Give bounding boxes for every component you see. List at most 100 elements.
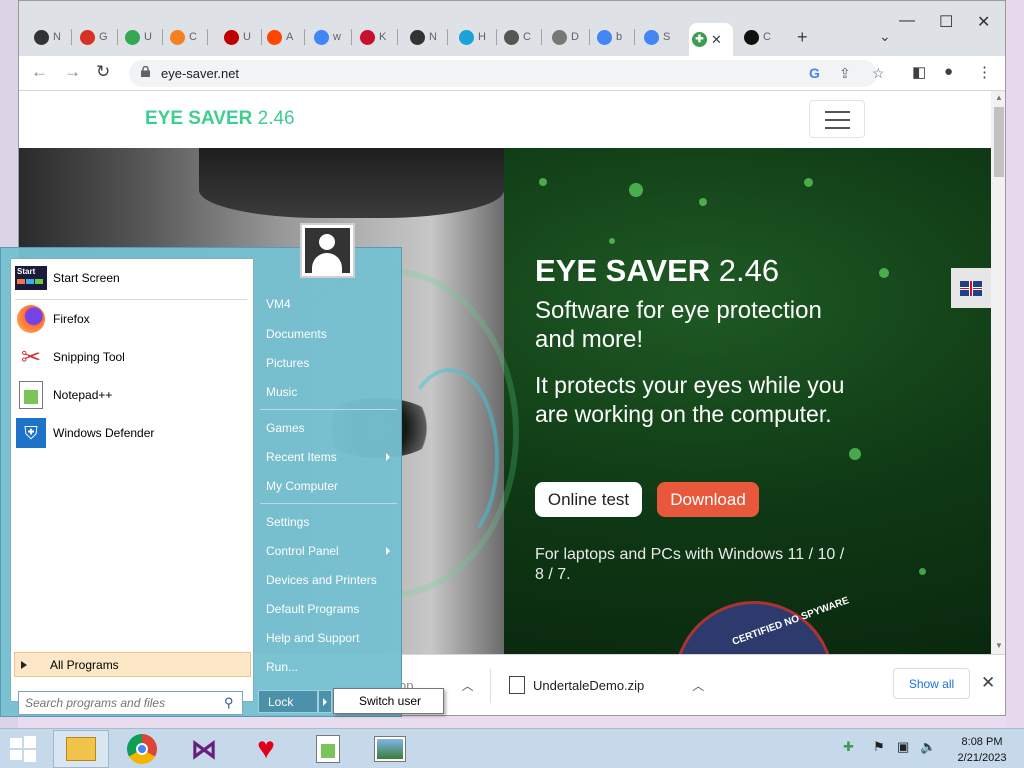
start-place-item[interactable]: Documents xyxy=(266,324,327,344)
start-menu-programs-pane: Start Start Screen Firefox ✂ Snipping To… xyxy=(10,258,254,715)
user-account-picture[interactable] xyxy=(300,223,355,278)
tab-close-icon[interactable]: ✕ xyxy=(711,32,722,48)
power-options-arrow[interactable] xyxy=(318,690,332,713)
tab-favicon-icon xyxy=(224,29,239,45)
switch-user-menu-item[interactable]: Switch user xyxy=(333,688,444,714)
start-place-item[interactable]: Help and Support xyxy=(266,628,359,648)
tab-title: G xyxy=(99,31,108,43)
chevron-up-icon[interactable]: ︿ xyxy=(692,677,704,694)
bookmark-star-icon[interactable]: ☆ xyxy=(872,65,885,82)
taskbar-visual-studio[interactable]: ⋈ xyxy=(176,730,232,768)
start-place-item[interactable]: Pictures xyxy=(266,353,309,373)
start-search-box[interactable]: ⚲ xyxy=(18,691,243,715)
system-clock[interactable]: 8:08 PM 2/21/2023 xyxy=(950,734,1014,766)
hamburger-menu-button[interactable] xyxy=(809,100,865,138)
address-bar[interactable]: eye-saver.net G ⇪ ☆ xyxy=(129,60,885,87)
start-place-item[interactable]: Run... xyxy=(266,657,298,677)
visual-studio-icon: ⋈ xyxy=(191,733,217,764)
taskbar-image-viewer[interactable] xyxy=(362,730,418,768)
tab-title: w xyxy=(333,31,341,43)
browser-tab[interactable]: G xyxy=(77,26,111,48)
action-center-flag-icon[interactable]: ⚑ xyxy=(873,739,885,755)
windows-start-button[interactable] xyxy=(8,735,38,763)
new-tab-button[interactable]: + xyxy=(797,27,808,48)
browser-tab[interactable]: K xyxy=(357,26,391,48)
browser-tab[interactable]: C xyxy=(501,26,535,48)
forward-icon[interactable]: → xyxy=(64,62,81,82)
taskbar-undertale[interactable]: ♥ xyxy=(238,730,294,768)
volume-icon[interactable]: 🔈 xyxy=(920,739,936,755)
download-button[interactable]: Download xyxy=(657,482,759,517)
start-item-start-screen[interactable]: Start Start Screen xyxy=(15,261,120,295)
start-place-item[interactable]: My Computer xyxy=(266,476,338,496)
menu-kebab-icon[interactable]: ⋮ xyxy=(977,63,992,81)
reload-icon[interactable]: ↻ xyxy=(96,62,110,82)
start-item-notepadpp[interactable]: Notepad++ xyxy=(15,378,112,412)
browser-tab[interactable]: C xyxy=(741,26,775,48)
browser-tab[interactable]: D xyxy=(549,26,583,48)
browser-tab[interactable]: H xyxy=(456,26,490,48)
taskbar-file-explorer[interactable] xyxy=(53,730,109,768)
start-item-snipping-tool[interactable]: ✂ Snipping Tool xyxy=(15,340,125,374)
browser-tab[interactable]: S xyxy=(641,26,675,48)
taskbar-chrome[interactable] xyxy=(114,730,170,768)
start-place-item[interactable]: Games xyxy=(266,418,305,438)
site-navbar: EYE SAVER 2.46 xyxy=(19,91,991,148)
browser-tab[interactable]: b xyxy=(594,26,628,48)
side-panel-icon[interactable]: ◧ xyxy=(912,63,926,81)
language-flag-button[interactable] xyxy=(951,268,991,308)
browser-tab[interactable]: w xyxy=(311,26,345,48)
browser-tab[interactable]: N xyxy=(407,26,441,48)
start-place-item[interactable]: Music xyxy=(266,382,297,402)
start-item-label: Notepad++ xyxy=(53,388,113,402)
search-icon[interactable]: ⚲ xyxy=(224,695,234,711)
google-translate-icon[interactable]: G xyxy=(809,65,820,81)
tab-separator xyxy=(541,29,542,45)
show-all-downloads-button[interactable]: Show all xyxy=(893,668,970,699)
hero-title: EYE SAVER 2.46 xyxy=(535,253,779,289)
file-explorer-icon xyxy=(66,737,96,761)
profile-icon[interactable]: ● xyxy=(944,63,953,80)
back-icon[interactable]: ← xyxy=(31,62,48,82)
start-place-item[interactable]: Recent Items xyxy=(266,447,337,467)
site-brand[interactable]: EYE SAVER 2.46 xyxy=(145,108,295,130)
scroll-thumb[interactable] xyxy=(994,107,1004,177)
scroll-down-arrow[interactable]: ▼ xyxy=(995,641,1003,650)
browser-tab[interactable]: ✚ ✕ xyxy=(689,23,733,56)
browser-tab[interactable]: A xyxy=(264,26,298,48)
download-item-2[interactable]: UndertaleDemo.zip ︿ xyxy=(509,665,704,705)
submenu-arrow-icon xyxy=(386,547,390,555)
eye-saver-tray-icon[interactable]: ✚ xyxy=(843,739,854,755)
online-test-button[interactable]: Online test xyxy=(535,482,642,517)
firefox-icon xyxy=(15,303,47,335)
browser-tab[interactable]: U xyxy=(122,26,156,48)
url-text[interactable]: eye-saver.net xyxy=(161,66,239,81)
tab-title: C xyxy=(763,31,771,43)
minimize-button[interactable]: — xyxy=(899,12,915,30)
uk-flag-icon xyxy=(960,280,982,296)
start-place-item[interactable]: Devices and Printers xyxy=(266,570,377,590)
network-icon[interactable]: ▣ xyxy=(897,739,909,755)
tab-search-button[interactable]: ⌄ xyxy=(879,28,891,45)
share-icon[interactable]: ⇪ xyxy=(839,65,851,82)
close-window-button[interactable]: ✕ xyxy=(977,12,990,32)
start-search-input[interactable] xyxy=(19,692,209,714)
browser-tab[interactable]: C xyxy=(167,26,201,48)
clock-time: 8:08 PM xyxy=(961,736,1003,748)
lock-button[interactable]: Lock xyxy=(258,690,318,713)
browser-tab[interactable]: U xyxy=(221,26,255,48)
start-item-firefox[interactable]: Firefox xyxy=(15,302,90,336)
start-place-item[interactable]: Settings xyxy=(266,512,309,532)
all-programs-button[interactable]: All Programs xyxy=(14,652,251,677)
chevron-up-icon[interactable]: ︿ xyxy=(461,677,473,694)
browser-tab[interactable]: N xyxy=(31,26,65,48)
start-item-windows-defender[interactable]: ⛨ Windows Defender xyxy=(15,416,154,450)
page-scrollbar[interactable]: ▲ ▼ xyxy=(991,91,1005,654)
taskbar-notepadpp[interactable] xyxy=(300,730,356,768)
maximize-button[interactable]: ☐ xyxy=(939,12,953,32)
start-place-item[interactable]: Default Programs xyxy=(266,599,359,619)
close-icon[interactable]: ✕ xyxy=(981,673,995,693)
scroll-up-arrow[interactable]: ▲ xyxy=(995,93,1003,102)
start-place-item[interactable]: Control Panel xyxy=(266,541,339,561)
start-place-item[interactable]: VM4 xyxy=(266,294,291,314)
